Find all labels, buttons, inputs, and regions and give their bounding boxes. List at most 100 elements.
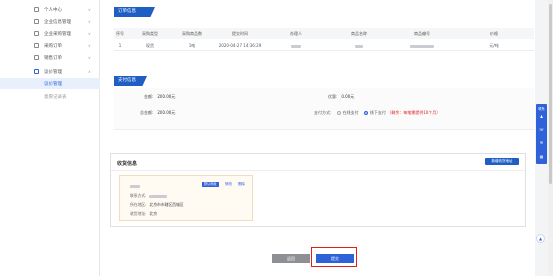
col-header: 序号: [116, 31, 124, 36]
sidebar-item-purchase-orders[interactable]: 采购订单 ∨: [0, 40, 100, 51]
region-label: 所在地区:: [130, 202, 147, 207]
cell-handler: [291, 43, 301, 48]
new-address-button[interactable]: 新增收货地址: [485, 158, 519, 165]
region-value: 北京市市辖区西城区: [149, 202, 184, 207]
mail-icon[interactable]: ✉: [536, 138, 547, 147]
col-header: 办理人: [290, 31, 302, 36]
sidebar-item-label: 议价管理: [44, 69, 62, 75]
region-row: 所在地区: 北京市市辖区西城区: [130, 202, 184, 208]
pay-info-box: 金额: 200.00元 优惠: 0.00元 总金额: 200.00元 支付方式: 在线…: [114, 88, 534, 130]
submit-highlight-box: [311, 247, 357, 267]
phone-icon[interactable]: ☏: [536, 125, 547, 134]
detail-address-row: 收货地址: 北京: [130, 211, 157, 217]
chevron-down-icon: ∨: [88, 43, 91, 48]
cell-product-name: [355, 43, 363, 48]
document-icon: [34, 55, 39, 60]
sidebar-item-label: 意愿记录表: [44, 94, 67, 100]
radio-online-pay[interactable]: [336, 111, 341, 115]
pay-method-field: 支付方式: 在线支付 线下支付 （剩余：每笔需提供10个月）: [314, 110, 440, 116]
header-tail: [148, 7, 155, 17]
pay-method-label: 支付方式:: [314, 110, 332, 115]
sidebar-item-company-info[interactable]: 企业信息管理 ∨: [0, 16, 100, 27]
cell-index: 1: [118, 43, 122, 48]
sidebar-subitem-intent-records[interactable]: 意愿记录表: [0, 91, 100, 102]
radio-offline-pay[interactable]: [363, 111, 368, 115]
back-to-top-icon[interactable]: ▲: [536, 234, 545, 243]
sidebar: 个人中心 ∨ 企业信息管理 ∨ 企业采购管理 ∨ 采购订单 ∨ 销售订单 ∨ 议…: [0, 0, 100, 276]
amount-label: 金额:: [144, 94, 154, 99]
cell-price: 元/吨: [489, 43, 499, 48]
address-card[interactable]: 默认地址 修改 删除 联系方式: 所在地区: 北京市市辖区西城区 收货地址: 北京: [119, 175, 253, 221]
sidebar-item-negotiation[interactable]: 议价管理 ∧: [0, 66, 100, 77]
order-info-title: 订单信息: [118, 9, 136, 14]
col-header: 商品编号: [414, 31, 430, 36]
scrollbar-thumb[interactable]: [549, 4, 552, 184]
sidebar-item-label: 销售订单: [44, 55, 62, 61]
cell-submit-time: 2020-04-27 14:36:29: [218, 43, 262, 48]
total-value: 200.00元: [157, 110, 176, 115]
chevron-down-icon: ∨: [88, 7, 91, 12]
sidebar-item-label: 采购订单: [44, 43, 62, 49]
cell-quantity: 1吨: [188, 43, 196, 48]
sidebar-item-label: 企业采购管理: [44, 31, 71, 37]
online-pay-label: 在线支付: [342, 110, 359, 115]
chevron-down-icon: ∨: [88, 31, 91, 36]
sidebar-item-company-purchase[interactable]: 企业采购管理 ∨: [0, 28, 100, 39]
cart-icon: [34, 31, 39, 36]
address-title: 收货信息: [117, 161, 138, 167]
col-header: 采购类型: [142, 31, 158, 36]
sidebar-item-personal-center[interactable]: 个人中心 ∨: [0, 4, 100, 15]
pay-info-title: 支付信息: [118, 78, 136, 83]
sidebar-item-label: 个人中心: [44, 7, 62, 13]
contact-row: 联系方式:: [130, 193, 168, 199]
amount-value: 200.00元: [157, 94, 176, 99]
document-icon: [34, 43, 39, 48]
building-icon: [34, 19, 39, 24]
offline-pay-note: （剩余：每笔需提供10个月）: [387, 110, 441, 115]
table-header-row: 序号 采购类型 采购商品数 提交时间 办理人 商品名称 商品编号 价格: [114, 28, 534, 39]
sidebar-item-sales-orders[interactable]: 销售订单 ∨: [0, 52, 100, 63]
edit-address-link[interactable]: 修改: [225, 182, 232, 187]
sidebar-subitem-negotiation-manage[interactable]: 议价管理: [0, 78, 100, 89]
order-table: 序号 采购类型 采购商品数 提交时间 办理人 商品名称 商品编号 价格 1 现货…: [114, 28, 534, 52]
sidebar-item-label: 企业信息管理: [44, 19, 71, 25]
contact-widget: 联系 ♟ ☏ ✉ ▦: [536, 104, 547, 164]
page-scrollbar[interactable]: [548, 0, 553, 276]
discount-field: 优惠: 0.00元: [328, 94, 354, 100]
cell-product-code: [410, 43, 434, 48]
pay-info-header: 支付信息: [114, 76, 147, 86]
total-field: 总金额: 200.00元: [140, 110, 175, 116]
user-icon: [34, 7, 39, 12]
cell-type: 现货: [146, 43, 154, 48]
back-button[interactable]: 返回: [272, 254, 310, 263]
shipping-address-panel: 收货信息 新增收货地址 默认地址 修改 删除 联系方式: 所在地区: 北京市市辖区…: [110, 153, 526, 227]
contact-label: 联系方式:: [130, 193, 147, 198]
contact-value: [149, 193, 168, 198]
list-icon: [34, 69, 39, 74]
order-info-header: 订单信息: [114, 7, 155, 17]
divider: [111, 170, 525, 171]
total-label: 总金额:: [140, 110, 154, 115]
recipient-name: [130, 183, 140, 188]
discount-value: 0.00元: [341, 94, 355, 99]
chevron-down-icon: ∨: [88, 19, 91, 24]
col-header: 商品名称: [351, 31, 367, 36]
header-tail: [140, 76, 147, 86]
detail-address-label: 收货地址:: [130, 211, 147, 216]
user-icon[interactable]: ♟: [536, 112, 547, 121]
chevron-up-icon: ∧: [88, 69, 91, 74]
qrcode-icon[interactable]: ▦: [536, 152, 547, 161]
default-address-tag: 默认地址: [202, 182, 219, 187]
delete-address-link[interactable]: 删除: [238, 182, 245, 187]
offline-pay-label: 线下支付: [369, 110, 386, 115]
main-content: 订单信息 序号 采购类型 采购商品数 提交时间 办理人 商品名称 商品编号 价格…: [100, 0, 535, 276]
col-header: 采购商品数: [182, 31, 202, 36]
detail-address-value: 北京: [149, 211, 158, 216]
col-header: 价格: [490, 31, 498, 36]
amount-field: 金额: 200.00元: [144, 94, 175, 100]
table-row: 1 现货 1吨 2020-04-27 14:36:29 元/吨: [114, 40, 534, 51]
col-header: 提交时间: [232, 31, 248, 36]
contact-widget-label: 联系: [538, 107, 545, 111]
discount-label: 优惠:: [328, 94, 338, 99]
sidebar-item-label: 议价管理: [44, 81, 62, 87]
